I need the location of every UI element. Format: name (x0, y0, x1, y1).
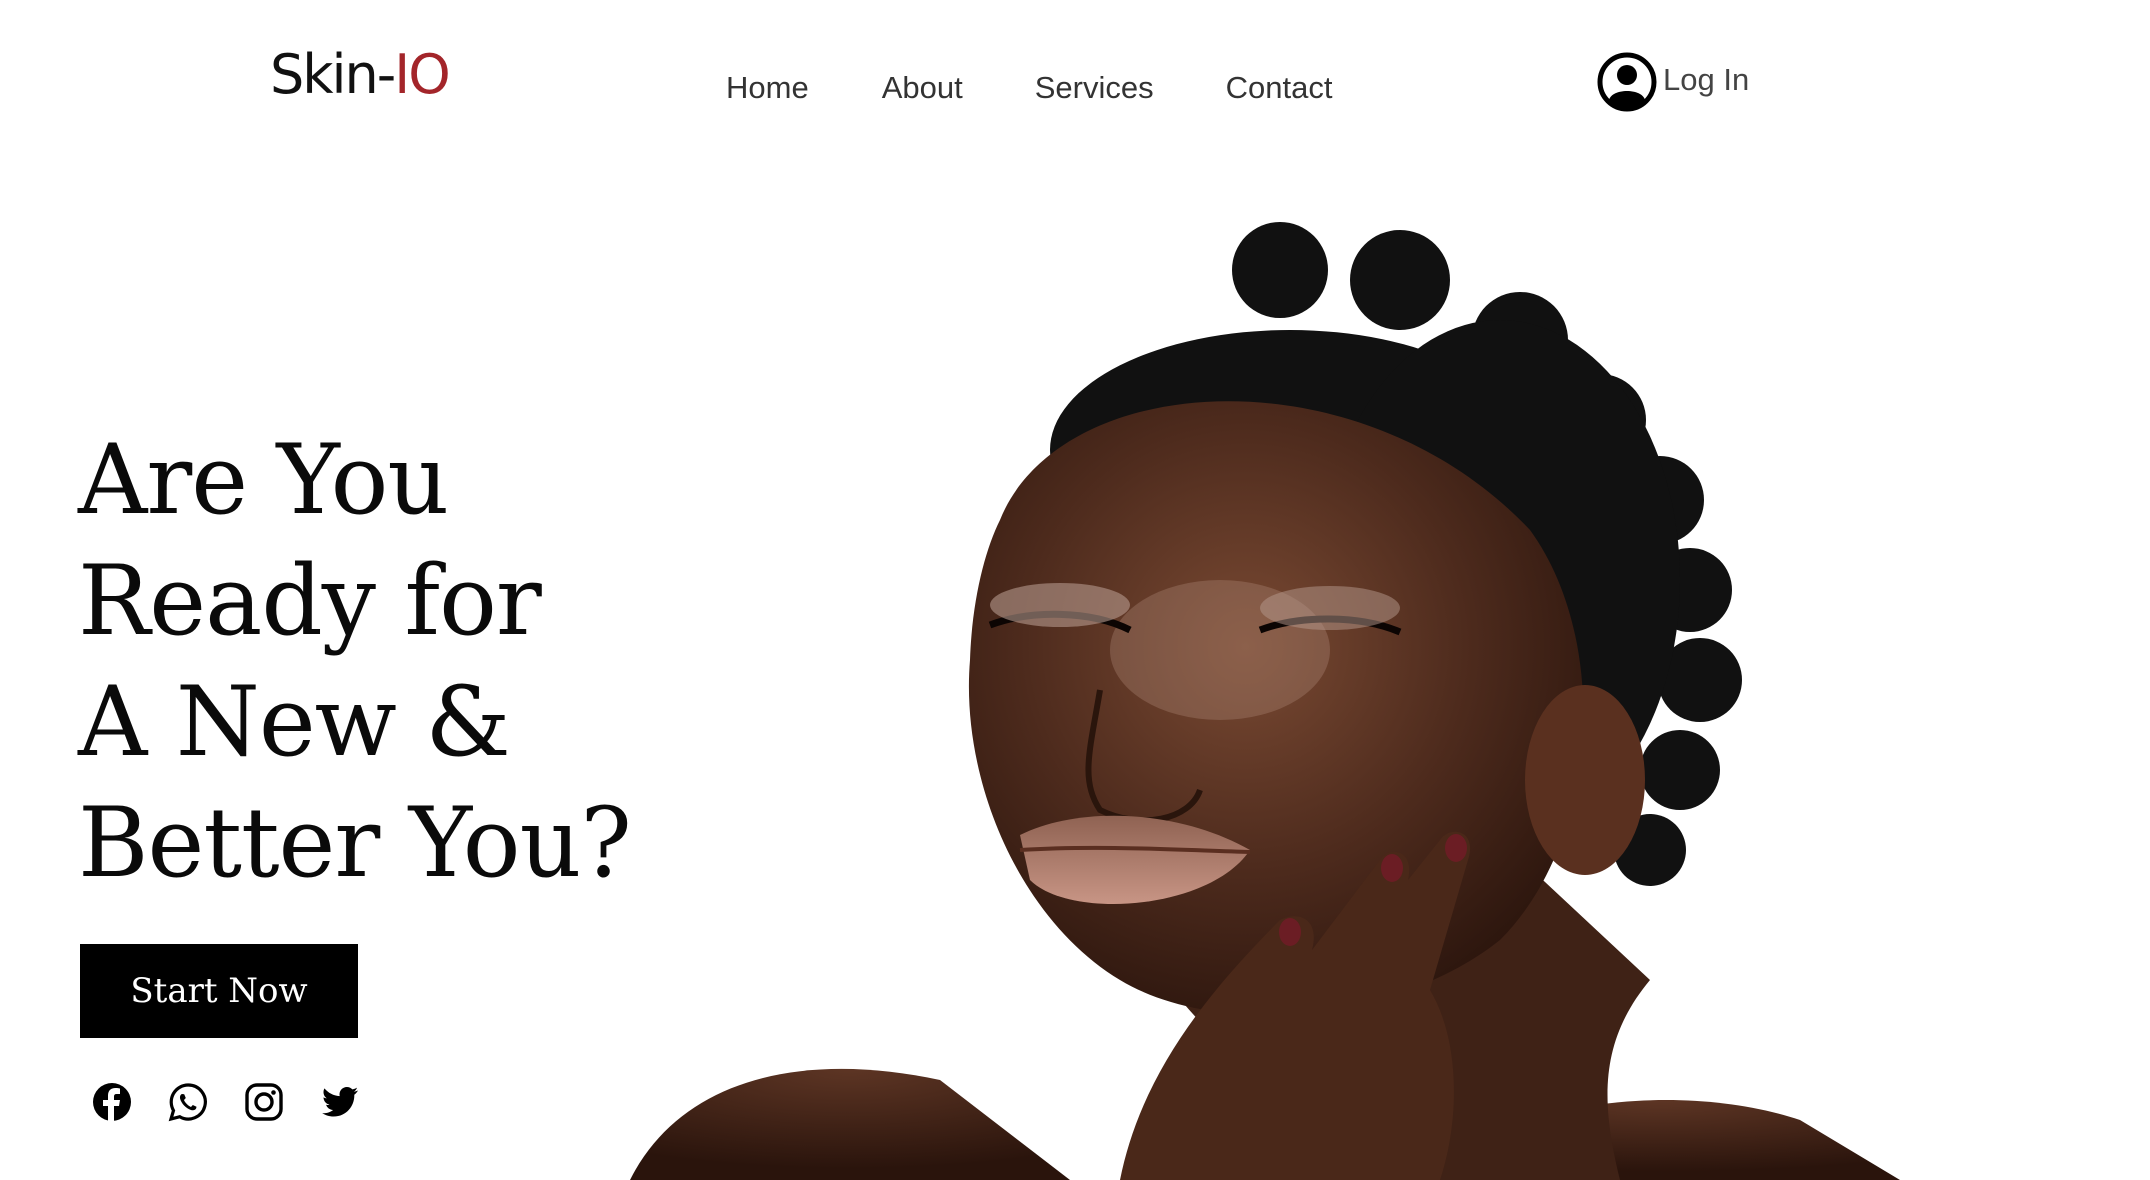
hero-headline-line-4: Better You? (78, 787, 632, 899)
main-nav: Home About Services Contact (726, 72, 1332, 103)
hero-headline: Are You Ready for A New & Better You? (78, 420, 632, 904)
nav-item-about[interactable]: About (882, 72, 963, 103)
user-circle-icon (1597, 52, 1657, 112)
nav-item-home[interactable]: Home (726, 72, 809, 103)
start-now-button[interactable]: Start Now (80, 944, 358, 1038)
nav-item-services[interactable]: Services (1035, 72, 1154, 103)
brand-name-accent: IO (394, 43, 450, 106)
hero-portrait-image (630, 222, 1900, 1180)
facebook-icon[interactable] (92, 1082, 132, 1122)
whatsapp-icon[interactable] (168, 1082, 208, 1122)
hero-headline-line-1: Are You (78, 424, 449, 536)
login-button[interactable]: Log In (1597, 52, 1749, 112)
login-label: Log In (1663, 61, 1750, 97)
social-links (92, 1082, 360, 1122)
instagram-icon[interactable] (244, 1082, 284, 1122)
brand-logo[interactable]: Skin-IO (270, 48, 451, 102)
nav-item-contact[interactable]: Contact (1226, 72, 1333, 103)
brand-name-main: Skin- (270, 43, 396, 106)
twitter-icon[interactable] (320, 1082, 360, 1122)
hero-headline-line-2: Ready for (78, 545, 542, 657)
hero-headline-line-3: A New & (78, 666, 511, 778)
